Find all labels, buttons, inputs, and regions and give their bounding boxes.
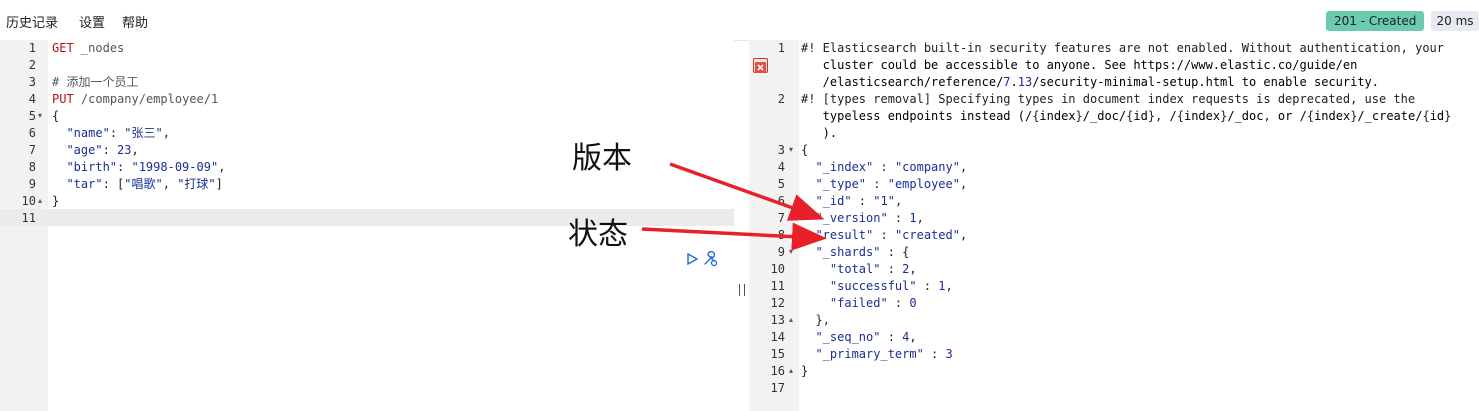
line-number: 17 xyxy=(770,381,785,395)
line-number: 1 xyxy=(777,41,785,55)
response-line: "_shards" : { xyxy=(815,245,910,259)
wrench-icon[interactable] xyxy=(702,251,718,267)
response-line: "_primary_term" : 3 xyxy=(815,347,953,361)
line-number: 7 xyxy=(777,211,785,225)
pane-resize-handle[interactable] xyxy=(739,284,745,296)
request-line[interactable]: # 添加一个员工 xyxy=(52,74,138,91)
line-number: 15 xyxy=(770,347,785,361)
request-line[interactable]: "birth": "1998-09-09", xyxy=(52,159,225,176)
line-number: 6 xyxy=(28,126,36,140)
line-number: 4 xyxy=(777,160,785,174)
line-number: 8 xyxy=(777,228,785,242)
line-number: 10 xyxy=(770,262,785,276)
request-line[interactable]: "tar": ["唱歌", "打球"] xyxy=(52,176,222,193)
toolbar: 历史记录 设置 帮助 201 - Created 20 ms xyxy=(0,0,1479,41)
response-line: ). xyxy=(801,126,838,140)
line-number: 11 xyxy=(770,279,785,293)
line-number: 9 xyxy=(28,177,36,191)
fold-toggle-icon[interactable]: ▾ xyxy=(789,247,793,256)
response-line: { xyxy=(801,143,809,157)
request-line[interactable]: "name": "张三", xyxy=(52,125,170,142)
line-number xyxy=(749,74,785,91)
line-number: 5 xyxy=(28,109,36,123)
line-number: 16 xyxy=(770,364,785,378)
status-badge: 201 - Created xyxy=(1326,11,1425,31)
line-number: 12 xyxy=(770,296,785,310)
request-line[interactable]: "age": 23, xyxy=(52,142,138,159)
error-icon xyxy=(753,58,768,73)
play-icon[interactable] xyxy=(686,253,698,265)
response-line: "_type" : "employee", xyxy=(815,177,968,191)
line-number: 5 xyxy=(777,177,785,191)
line-number: 13 xyxy=(770,313,785,327)
line-number: 2 xyxy=(28,58,36,72)
history-menu[interactable]: 历史记录 xyxy=(6,12,58,31)
response-line: "_seq_no" : 4, xyxy=(815,330,917,344)
response-viewer: 1 #! Elasticsearch built-in security feat… xyxy=(749,40,1479,411)
line-number: 3 xyxy=(777,143,785,157)
response-line: "_version" : 1, xyxy=(815,211,924,225)
line-number xyxy=(749,108,785,125)
fold-toggle-icon[interactable]: ▴ xyxy=(789,315,793,324)
line-number: 1 xyxy=(28,41,36,55)
line-number: 11 xyxy=(21,211,36,225)
response-line: "_index" : "company", xyxy=(815,160,968,174)
line-number: 9 xyxy=(777,245,785,259)
timing-badge: 20 ms xyxy=(1431,11,1479,31)
response-line: "total" : 2, xyxy=(829,262,917,276)
line-number: 3 xyxy=(28,75,36,89)
fold-toggle-icon[interactable]: ▾ xyxy=(38,111,42,120)
response-line: typeless endpoints instead (/{index}/_do… xyxy=(801,109,1452,123)
response-line: cluster could be accessible to anyone. S… xyxy=(801,58,1358,72)
request-line[interactable]: } xyxy=(52,193,59,210)
request-line[interactable]: { xyxy=(52,108,59,125)
response-line: } xyxy=(801,364,809,378)
response-line: "successful" : 1, xyxy=(829,279,953,293)
fold-toggle-icon[interactable]: ▾ xyxy=(789,145,793,154)
response-line: "_id" : "1", xyxy=(815,194,903,208)
response-line: "failed" : 0 xyxy=(829,296,917,310)
request-line[interactable]: GET _nodes xyxy=(52,40,124,57)
response-line: #! [types removal] Specifying types in d… xyxy=(801,92,1416,106)
settings-menu[interactable]: 设置 xyxy=(79,12,105,31)
line-number: 4 xyxy=(28,92,36,106)
line-number: 10 xyxy=(21,194,36,208)
version-annotation-label: 版本 xyxy=(572,141,632,176)
response-line: #! Elasticsearch built-in security featu… xyxy=(801,41,1444,55)
fold-toggle-icon[interactable]: ▴ xyxy=(789,366,793,375)
response-line: /elasticsearch/reference/7.13/security-m… xyxy=(801,75,1379,89)
response-line: "result" : "created", xyxy=(815,228,968,242)
line-number: 7 xyxy=(28,143,36,157)
help-menu[interactable]: 帮助 xyxy=(122,12,148,31)
line-number: 8 xyxy=(28,160,36,174)
line-number xyxy=(749,125,785,142)
fold-toggle-icon[interactable]: ▴ xyxy=(38,196,42,205)
line-number: 14 xyxy=(770,330,785,344)
response-line: }, xyxy=(815,313,830,327)
line-number: 2 xyxy=(777,92,785,106)
line-number: 6 xyxy=(777,194,785,208)
request-line[interactable]: PUT /company/employee/1 xyxy=(52,91,218,108)
status-annotation-label: 状态 xyxy=(568,217,628,252)
